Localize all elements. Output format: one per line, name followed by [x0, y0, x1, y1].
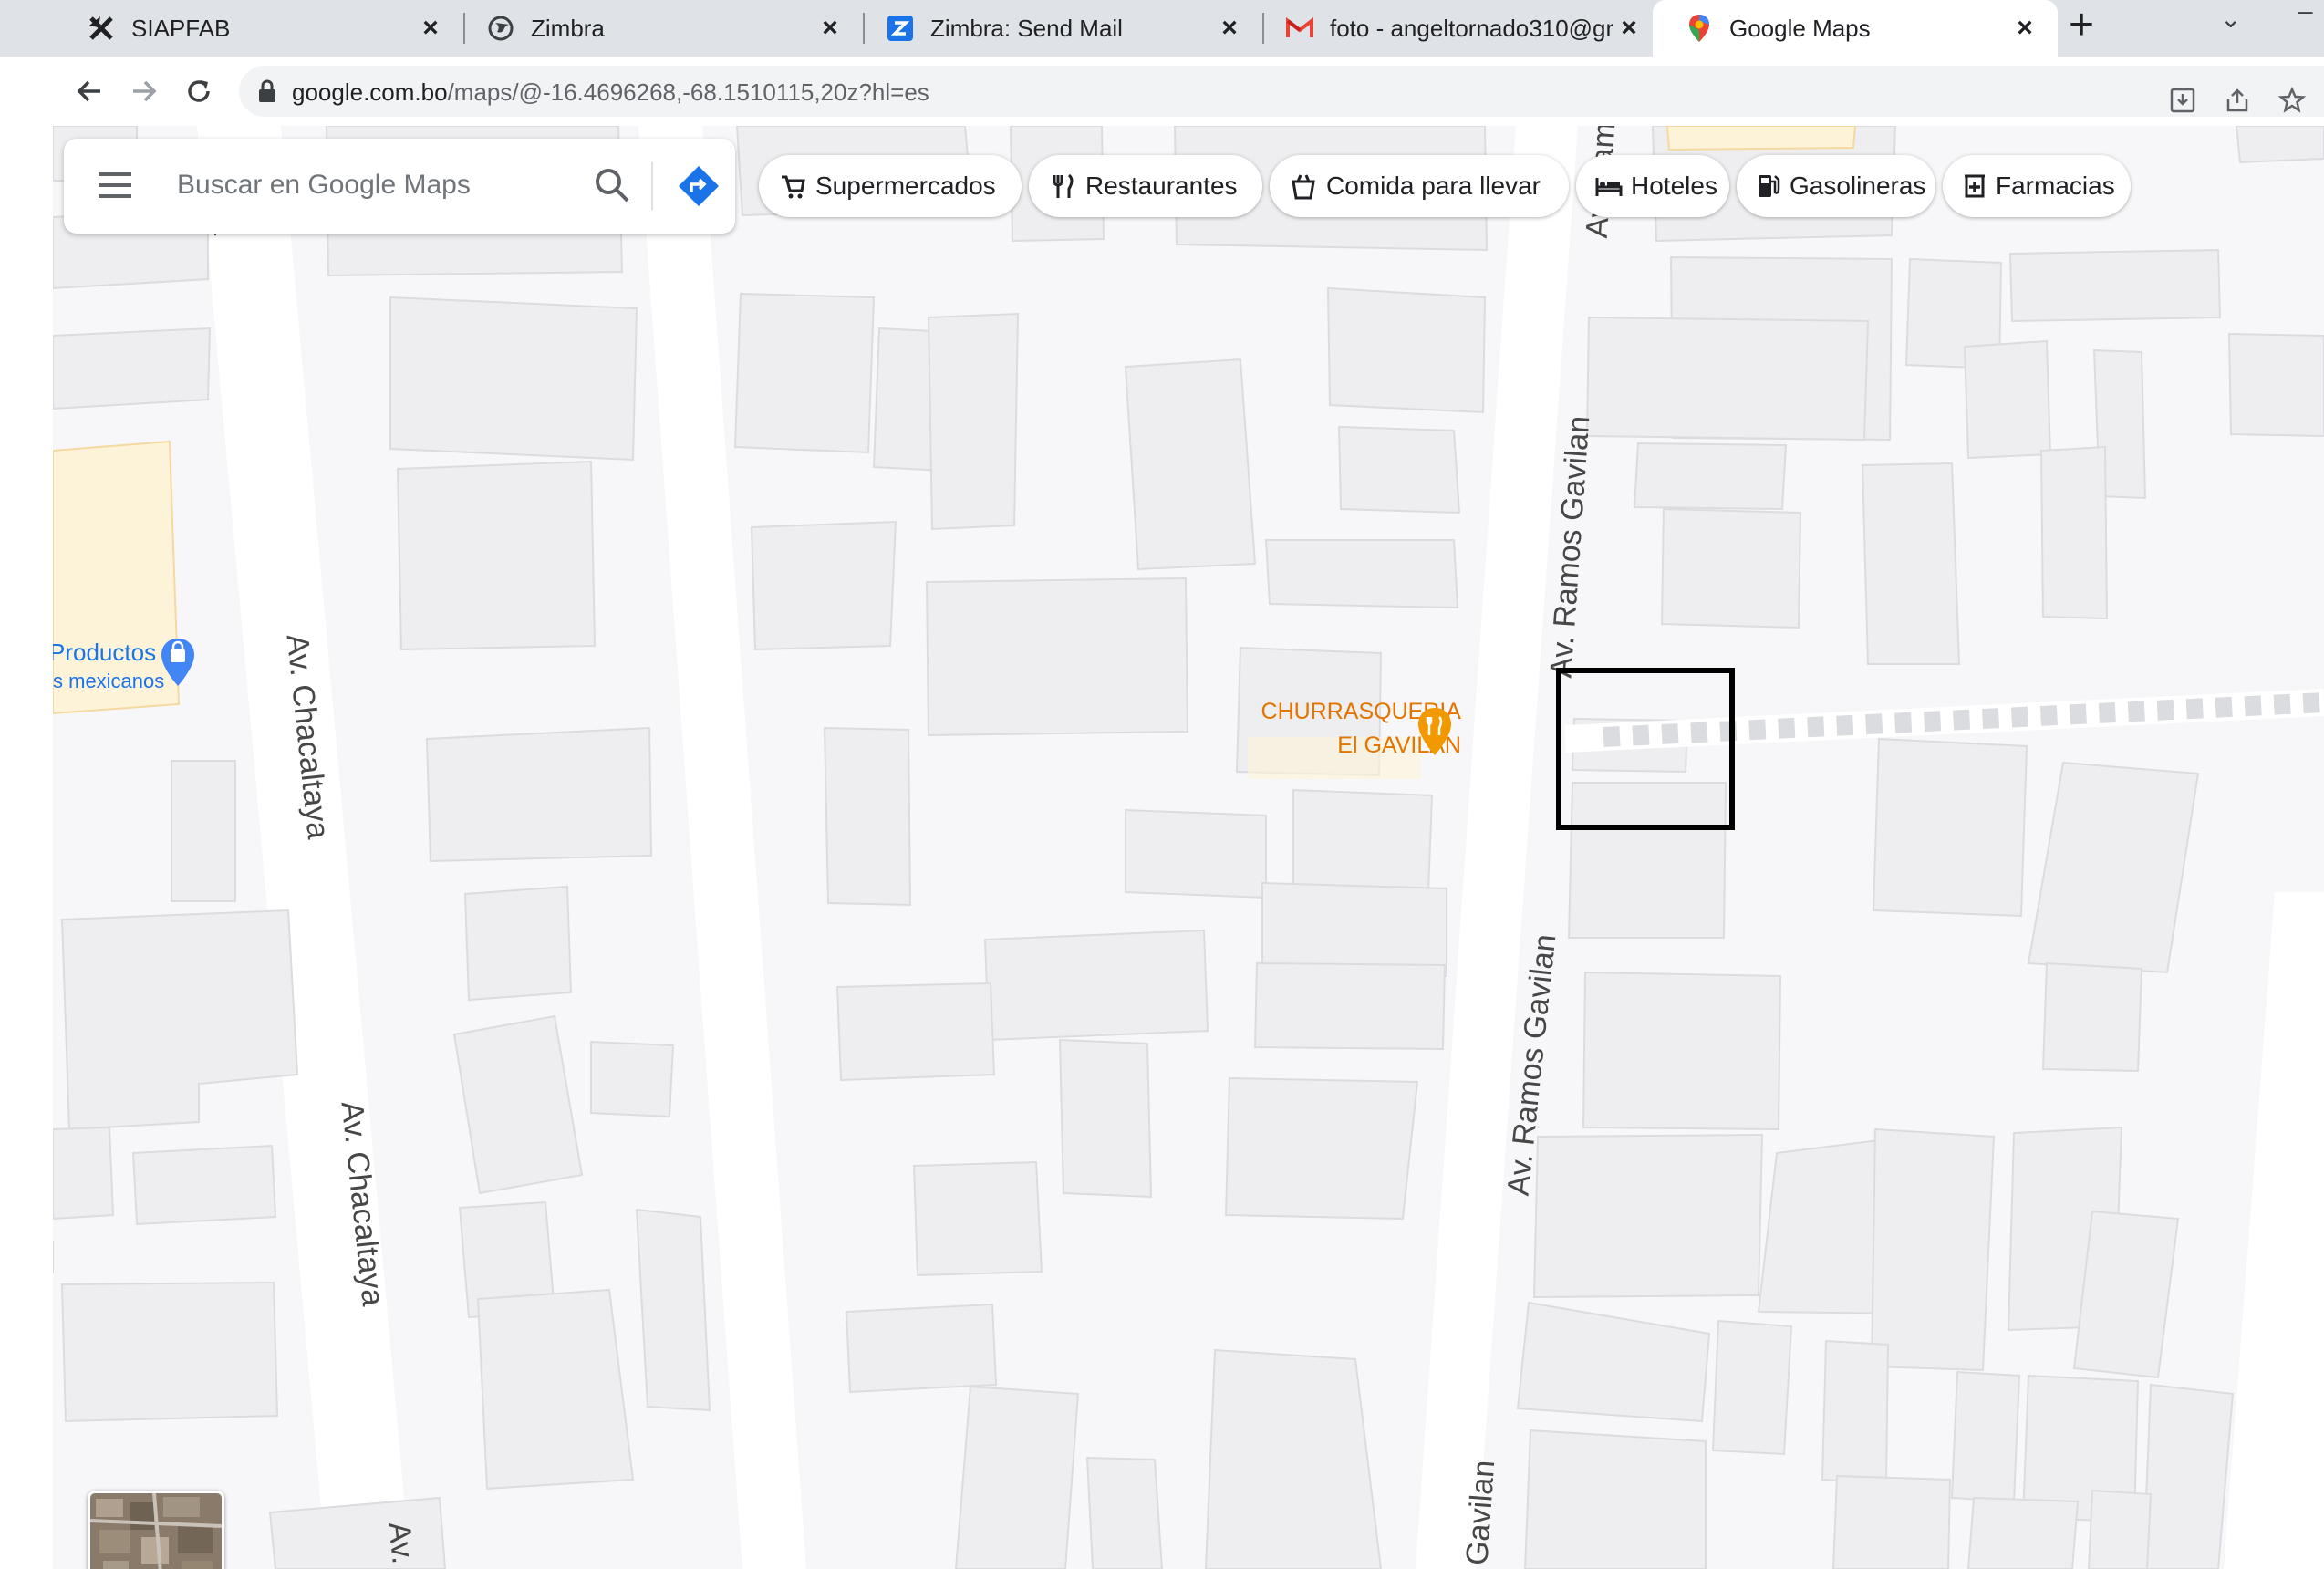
bed-icon	[1594, 171, 1624, 202]
restaurant-pin-icon[interactable]	[1416, 706, 1454, 757]
cart-icon	[777, 171, 808, 202]
landuse-patch	[1665, 126, 1857, 151]
tab-label: Zimbra: Send Mail	[930, 14, 1123, 42]
chip-supermercados[interactable]: Supermercados	[759, 155, 1022, 217]
satellite-layer-toggle[interactable]	[88, 1491, 224, 1569]
tab-label: Google Maps	[1729, 14, 1871, 42]
building-footprints	[53, 126, 2324, 1569]
chip-gasolineras[interactable]: Gasolineras	[1737, 155, 1935, 217]
chip-comida-para-llevar[interactable]: Comida para llevar	[1270, 155, 1569, 217]
tab-label: foto - angeltornado310@gmail	[1330, 14, 1613, 42]
reload-button[interactable]	[173, 66, 224, 117]
forward-button[interactable]	[119, 66, 170, 117]
tab-google-maps[interactable]: Google Maps ×	[1653, 0, 2058, 57]
chip-restaurantes[interactable]: Restaurantes	[1029, 155, 1262, 217]
poi-shop-label[interactable]: Productos	[53, 639, 156, 667]
globe-icon	[487, 15, 514, 42]
browser-toolbar: google.com.bo/maps/@-16.4696268,-68.1510…	[0, 57, 2324, 126]
close-icon[interactable]: ×	[814, 13, 846, 44]
close-icon[interactable]: ×	[2008, 13, 2041, 44]
hamburger-menu-icon[interactable]	[97, 170, 133, 201]
reload-icon	[188, 80, 210, 102]
url-text: google.com.bo/maps/@-16.4696268,-68.1510…	[292, 78, 929, 106]
maps-search-box[interactable]: Buscar en Google Maps	[64, 139, 735, 234]
highlight-rectangle	[1556, 668, 1735, 830]
chip-hoteles[interactable]: Hoteles	[1576, 155, 1729, 217]
tab-label: Zimbra	[531, 14, 605, 42]
directions-icon[interactable]	[677, 164, 721, 208]
bookmark-star-icon[interactable]	[2269, 75, 2315, 126]
tab-siapfab[interactable]: SIAPFAB ×	[55, 0, 463, 57]
map-canvas[interactable]: Av. Chacaltaya Av. Chacaltaya ltaya Av. …	[53, 126, 2324, 1569]
share-icon[interactable]	[2215, 75, 2260, 126]
map-base-layer	[53, 126, 2324, 1569]
search-divider	[651, 162, 653, 210]
gas-pump-icon	[1755, 171, 1782, 202]
street-label: Av.	[381, 1520, 420, 1566]
shopping-pin-icon[interactable]	[159, 637, 197, 688]
chip-farmacias[interactable]: Farmacias	[1943, 155, 2131, 217]
fork-knife-icon	[1047, 171, 1078, 202]
lock-icon[interactable]	[257, 78, 277, 104]
road-east	[2224, 892, 2324, 1569]
close-icon[interactable]: ×	[1613, 13, 1645, 44]
install-app-icon[interactable]	[2160, 75, 2205, 126]
gmail-icon	[1286, 15, 1313, 42]
address-bar[interactable]: google.com.bo/maps/@-16.4696268,-68.1510…	[239, 66, 2324, 117]
takeout-icon	[1288, 171, 1319, 202]
airplane-icon	[88, 15, 115, 42]
search-icon[interactable]	[591, 164, 633, 206]
tab-gmail[interactable]: foto - angeltornado310@gmail ×	[1253, 0, 1662, 57]
browser-tab-strip: SIAPFAB × Zimbra × Zimbra: Send Mail × f…	[0, 0, 2324, 57]
tab-label: SIAPFAB	[131, 14, 231, 42]
close-icon[interactable]: ×	[1213, 13, 1246, 44]
arrow-right-icon	[133, 80, 157, 102]
tab-zimbra[interactable]: Zimbra ×	[454, 0, 863, 57]
tab-zimbra-send-mail[interactable]: Zimbra: Send Mail ×	[854, 0, 1262, 57]
tab-search-dropdown-icon[interactable]: ⌄	[2220, 4, 2241, 34]
pharmacy-icon	[1961, 171, 1988, 202]
new-tab-button[interactable]: +	[2069, 4, 2094, 47]
zimbra-icon	[887, 15, 914, 42]
minimize-button[interactable]: –	[2298, 0, 2313, 26]
close-icon[interactable]: ×	[414, 13, 447, 44]
back-button[interactable]	[64, 66, 115, 117]
search-input[interactable]: Buscar en Google Maps	[177, 170, 471, 201]
poi-shop-sublabel: s mexicanos	[53, 670, 165, 692]
maps-pin-icon	[1686, 15, 1713, 42]
arrow-left-icon	[77, 80, 100, 102]
satellite-thumbnail-icon	[90, 1493, 222, 1569]
